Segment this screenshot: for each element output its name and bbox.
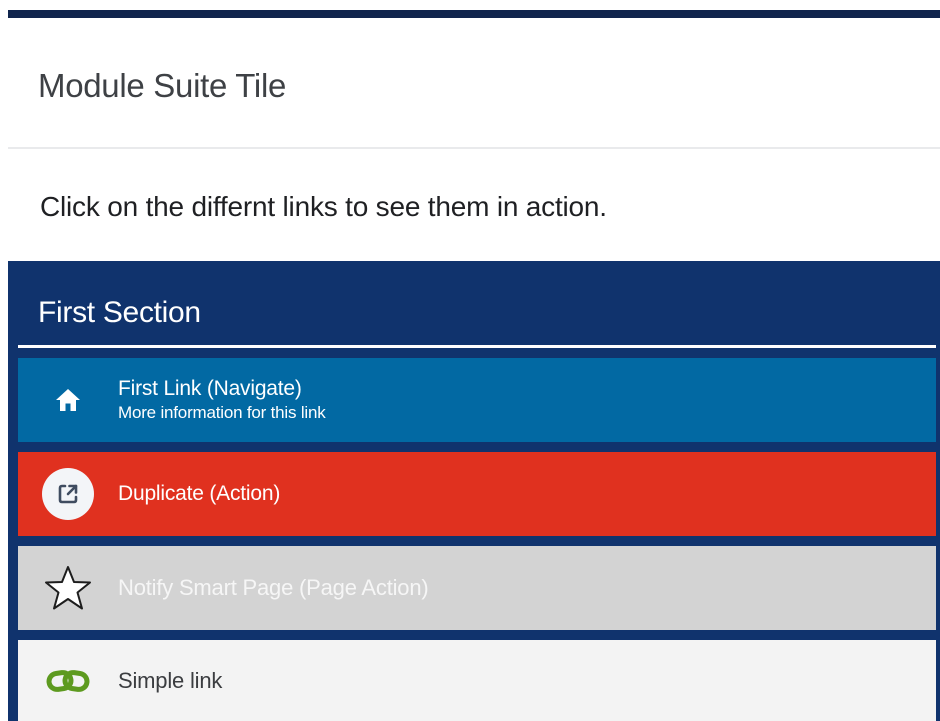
duplicate-action-link[interactable]: Duplicate (Action) (18, 452, 936, 536)
tile-description: Click on the differnt links to see them … (40, 191, 607, 222)
link-sublabel: More information for this link (118, 403, 326, 422)
section-title: First Section (38, 296, 201, 329)
star-icon (18, 565, 118, 611)
link-label: Simple link (118, 667, 223, 693)
top-accent-bar (8, 10, 940, 18)
first-link-navigate[interactable]: First Link (Navigate) More information f… (18, 358, 936, 442)
link-label: Duplicate (Action) (118, 482, 281, 505)
link-label: First Link (Navigate) (118, 377, 302, 400)
tile-title: Module Suite Tile (38, 67, 287, 104)
simple-link[interactable]: Simple link (18, 640, 936, 721)
home-icon (18, 389, 118, 411)
chain-link-icon (18, 669, 118, 692)
module-suite-tile-page: Module Suite Tile Click on the differnt … (0, 0, 940, 721)
section-divider (18, 345, 936, 348)
link-label: Notify Smart Page (Page Action) (118, 575, 429, 600)
notify-smart-page-link[interactable]: Notify Smart Page (Page Action) (18, 546, 936, 630)
title-divider (8, 147, 940, 149)
external-link-icon (42, 468, 94, 520)
